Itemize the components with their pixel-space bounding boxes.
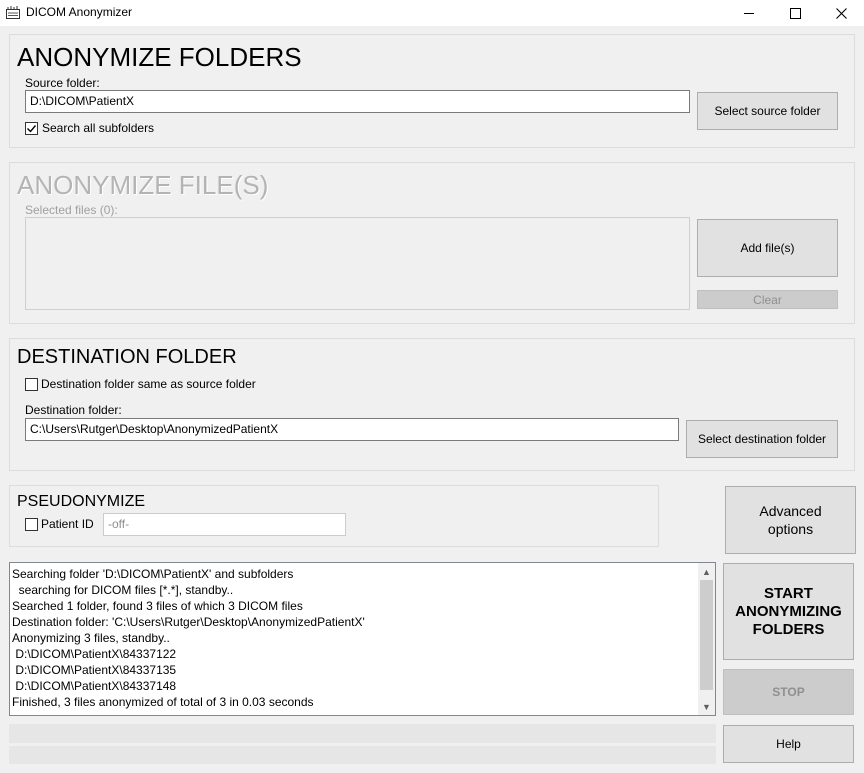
- title-bar: DICOM Anonymizer: [0, 0, 864, 26]
- search-subfolders-checkbox[interactable]: [25, 122, 38, 135]
- start-label-line2: ANONYMIZING: [735, 602, 842, 620]
- log-scrollbar[interactable]: ▲ ▼: [698, 563, 715, 715]
- anonymize-files-heading: ANONYMIZE FILE(S): [17, 170, 269, 200]
- source-folder-label: Source folder:: [25, 76, 100, 90]
- progress-bar: [9, 724, 716, 743]
- anonymize-folders-heading: ANONYMIZE FOLDERS: [17, 42, 302, 72]
- log-line: Searched 1 folder, found 3 files of whic…: [12, 599, 303, 613]
- log-line: D:\DICOM\PatientX\84337122: [12, 647, 177, 661]
- log-line: Finished, 3 files anonymized of total of…: [12, 695, 314, 709]
- patient-id-label: Patient ID: [41, 517, 94, 531]
- stop-button[interactable]: STOP: [723, 669, 854, 715]
- scroll-thumb[interactable]: [700, 580, 713, 690]
- select-destination-folder-button[interactable]: Select destination folder: [686, 420, 838, 458]
- window-title: DICOM Anonymizer: [26, 5, 133, 19]
- maximize-button[interactable]: [772, 0, 818, 26]
- log-line: Searching folder 'D:\DICOM\PatientX' and…: [12, 567, 294, 581]
- scroll-down-icon[interactable]: ▼: [698, 698, 715, 715]
- dicom-app-icon: [6, 6, 20, 19]
- clear-files-button[interactable]: Clear: [697, 290, 838, 309]
- same-as-source-checkbox[interactable]: [25, 378, 38, 391]
- scroll-up-icon[interactable]: ▲: [698, 563, 715, 580]
- log-line: searching for DICOM files [*.*], standby…: [12, 583, 234, 597]
- pseudonymize-heading: PSEUDONYMIZE: [17, 493, 146, 510]
- selected-files-list[interactable]: [25, 217, 690, 310]
- source-folder-input[interactable]: D:\DICOM\PatientX: [25, 90, 690, 113]
- start-label-line3: FOLDERS: [752, 620, 825, 638]
- select-source-folder-button[interactable]: Select source folder: [697, 92, 838, 130]
- minimize-icon: [743, 12, 754, 14]
- close-button[interactable]: [818, 0, 864, 26]
- log-lines: Searching folder 'D:\DICOM\PatientX' and…: [12, 566, 695, 715]
- selected-files-label: Selected files (0):: [25, 203, 118, 217]
- patient-id-input[interactable]: -off-: [103, 513, 346, 536]
- add-files-button[interactable]: Add file(s): [697, 219, 838, 277]
- help-button[interactable]: Help: [723, 725, 854, 763]
- start-anonymizing-button[interactable]: START ANONYMIZING FOLDERS: [723, 563, 854, 660]
- log-line: D:\DICOM\PatientX\84337135: [12, 663, 177, 677]
- log-output[interactable]: Searching folder 'D:\DICOM\PatientX' and…: [9, 562, 716, 716]
- close-icon: [835, 7, 847, 19]
- log-line: Destination folder: 'C:\Users\Rutger\Des…: [12, 615, 365, 629]
- status-bar: [9, 746, 716, 764]
- maximize-icon: [789, 7, 801, 19]
- search-subfolders-label: Search all subfolders: [42, 121, 155, 135]
- log-line: D:\DICOM\PatientX\84337148: [12, 679, 177, 693]
- advanced-options-label-line2: options: [767, 521, 814, 537]
- start-label-line1: START: [764, 584, 813, 602]
- log-line: Anonymizing 3 files, standby..: [12, 631, 170, 645]
- advanced-options-button[interactable]: Advanced options: [725, 486, 856, 554]
- destination-folder-label: Destination folder:: [25, 403, 122, 417]
- destination-folder-input[interactable]: C:\Users\Rutger\Desktop\AnonymizedPatien…: [25, 418, 679, 441]
- same-as-source-label: Destination folder same as source folder: [41, 377, 256, 391]
- destination-folder-heading: DESTINATION FOLDER: [17, 346, 237, 368]
- minimize-button[interactable]: [726, 0, 772, 26]
- advanced-options-label-line1: Advanced: [759, 503, 822, 519]
- patient-id-checkbox[interactable]: [25, 518, 38, 531]
- checkmark-icon: [27, 125, 37, 133]
